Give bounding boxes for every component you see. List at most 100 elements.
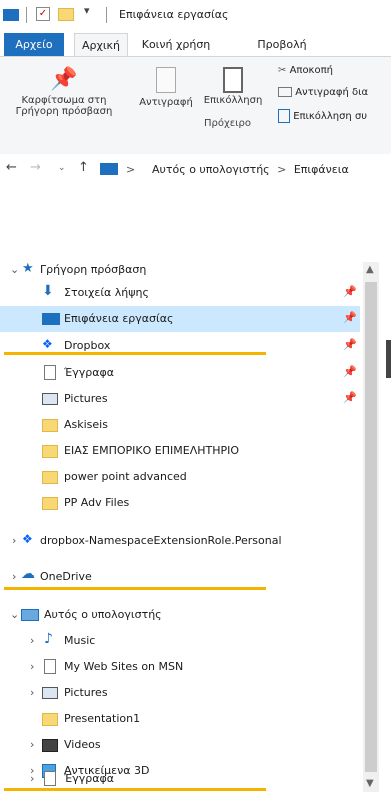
pin-label-2: Γρήγορη πρόσβαση — [15, 106, 113, 117]
copy-button[interactable]: Αντιγραφή — [134, 67, 198, 108]
tree-item-eias[interactable]: ΕΙΑΣ ΕΜΠΟΡΙΚΟ ΕΠΙΜΕΛΗΤΗΡΙΟ — [0, 438, 360, 464]
breadcrumb-separator: > — [126, 163, 136, 176]
back-arrow-icon[interactable]: ← — [6, 160, 17, 175]
download-arrow-icon: ⬇ — [42, 283, 54, 299]
tree-item-pc-pictures[interactable]: › Pictures — [0, 680, 360, 706]
tree-item-power-point-advanced[interactable]: power point advanced — [0, 464, 360, 490]
expand-chevron-icon[interactable]: › — [30, 772, 34, 785]
tab-home[interactable]: Αρχική — [74, 33, 128, 57]
highlight-underline — [4, 788, 266, 791]
scroll-up-arrow-icon[interactable]: ▲ — [366, 264, 374, 275]
copy-path-label: Αντιγραφή δια — [295, 87, 369, 98]
film-icon — [42, 739, 58, 752]
paste-shortcut-label: Επικόλληση συ — [293, 111, 368, 122]
document-icon — [44, 365, 56, 380]
window-title: Επιφάνεια εργασίας — [119, 8, 229, 21]
pin-icon: 📌 — [50, 67, 78, 92]
tree-label: Έγγραφα — [64, 366, 114, 379]
tree-item-videos[interactable]: › Videos — [0, 732, 360, 758]
folder-icon — [42, 713, 58, 726]
breadcrumb-separator: > — [277, 163, 287, 176]
tree-label: Αυτός ο υπολογιστής — [44, 608, 162, 621]
tree-label: ΕΙΑΣ ΕΜΠΟΡΙΚΟ ΕΠΙΜΕΛΗΤΗΡΙΟ — [64, 444, 240, 457]
ribbon: 📌 Καρφίτσωμα στη Γρήγορη πρόσβαση Αντιγρ… — [0, 56, 391, 156]
separator — [26, 7, 27, 23]
breadcrumb-this-pc[interactable]: Αυτός ο υπολογιστής — [152, 163, 270, 176]
breadcrumb-desktop[interactable]: Επιφάνεια — [294, 163, 349, 176]
cloud-icon: ☁ — [21, 566, 35, 582]
paste-label: Επικόλληση — [203, 95, 263, 106]
tree-item-presentation1[interactable]: Presentation1 — [0, 706, 360, 732]
expand-chevron-icon[interactable]: › — [30, 738, 34, 751]
document-icon — [44, 771, 56, 786]
copy-path-button[interactable]: Αντιγραφή δια — [278, 87, 368, 98]
tree-item-dropbox[interactable]: ❖ Dropbox 📌 — [0, 333, 360, 359]
vertical-scrollbar[interactable]: ▲ ▼ — [363, 262, 379, 792]
desktop-icon — [3, 9, 19, 21]
separator — [106, 7, 107, 23]
pin-icon[interactable]: 📌 — [343, 338, 357, 351]
pin-icon[interactable]: 📌 — [343, 365, 357, 378]
copy-icon — [156, 67, 176, 93]
forward-arrow-icon[interactable]: → — [30, 160, 41, 175]
new-folder-icon[interactable] — [58, 8, 74, 21]
folder-icon — [42, 419, 58, 432]
tab-file[interactable]: Αρχείο — [4, 33, 64, 57]
title-bar: ✓ ▾ Επιφάνεια εργασίας — [0, 0, 391, 30]
folder-icon — [42, 497, 58, 510]
tree-item-downloads[interactable]: ⬇ Στοιχεία λήψης 📌 — [0, 280, 360, 306]
pin-quick-access-button[interactable]: 📌 Καρφίτσωμα στη Γρήγορη πρόσβαση — [4, 67, 124, 117]
tree-label: PP Adv Files — [64, 496, 130, 509]
scroll-thumb[interactable] — [365, 282, 377, 772]
pin-icon[interactable]: 📌 — [343, 285, 357, 298]
expand-chevron-icon[interactable]: › — [12, 570, 16, 583]
breadcrumb: Αυτός ο υπολογιστής > Επιφάνεια — [152, 163, 349, 176]
tree-label: Videos — [64, 738, 101, 751]
tree-label: Dropbox — [64, 339, 111, 352]
tree-item-dropbox-namespace[interactable]: › ❖ dropbox-NamespaceExtensionRole.Perso… — [0, 528, 360, 554]
tree-label: My Web Sites on MSN — [64, 660, 184, 673]
properties-icon[interactable]: ✓ — [36, 7, 50, 21]
pin-icon[interactable]: 📌 — [343, 391, 357, 404]
tree-label: Askiseis — [64, 418, 108, 431]
desktop-icon — [42, 313, 60, 325]
cut-button[interactable]: ✂ Αποκοπή — [278, 65, 333, 76]
tree-label: Έγγραφα — [64, 772, 114, 785]
tree-label: Στοιχεία λήψης — [64, 286, 149, 299]
tree-item-pictures[interactable]: Pictures 📌 — [0, 386, 360, 412]
tab-share[interactable]: Κοινή χρήση — [136, 33, 216, 57]
scissors-icon: ✂ — [278, 65, 287, 76]
pictures-icon — [42, 687, 58, 699]
tab-view[interactable]: Προβολή — [252, 33, 312, 57]
paste-shortcut-icon — [278, 109, 290, 123]
up-arrow-icon[interactable]: ↑ — [78, 160, 89, 175]
paste-button[interactable]: Επικόλληση — [200, 67, 266, 106]
pictures-icon — [42, 393, 58, 405]
tree-label: Music — [64, 634, 96, 647]
expand-chevron-icon[interactable]: ⌄ — [10, 263, 19, 276]
pin-icon[interactable]: 📌 — [343, 311, 357, 324]
tree-item-documents[interactable]: Έγγραφα 📌 — [0, 360, 360, 386]
expand-chevron-icon[interactable]: ⌄ — [10, 608, 19, 621]
expand-chevron-icon[interactable]: › — [12, 534, 16, 547]
recent-locations-chevron-icon[interactable]: ⌄ — [58, 163, 66, 173]
tree-label: power point advanced — [64, 470, 187, 483]
expand-chevron-icon[interactable]: › — [30, 686, 34, 699]
tree-item-music[interactable]: › ♪ Music — [0, 628, 360, 654]
clipboard-group-label: Πρόχειρο — [204, 118, 252, 129]
desktop-icon — [100, 163, 118, 175]
computer-icon — [21, 609, 39, 621]
expand-chevron-icon[interactable]: › — [30, 634, 34, 647]
tree-item-this-pc[interactable]: ⌄ Αυτός ο υπολογιστής — [0, 602, 360, 628]
tree-item-desktop[interactable]: Επιφάνεια εργασίας 📌 — [0, 306, 360, 332]
tree-item-my-web-sites[interactable]: › My Web Sites on MSN — [0, 654, 360, 680]
tree-item-pp-adv-files[interactable]: PP Adv Files — [0, 490, 360, 516]
tree-label: Επιφάνεια εργασίας — [64, 312, 174, 325]
highlight-underline — [4, 352, 266, 355]
tree-item-askiseis[interactable]: Askiseis — [0, 412, 360, 438]
scroll-down-arrow-icon[interactable]: ▼ — [366, 778, 374, 789]
address-bar: ← → ⌄ ↑ > Αυτός ο υπολογιστής > Επιφάνει… — [0, 154, 391, 184]
paste-shortcut-button[interactable]: Επικόλληση συ — [278, 109, 367, 123]
expand-chevron-icon[interactable]: › — [30, 660, 34, 673]
customize-toolbar-icon[interactable]: ▾ — [84, 4, 90, 20]
